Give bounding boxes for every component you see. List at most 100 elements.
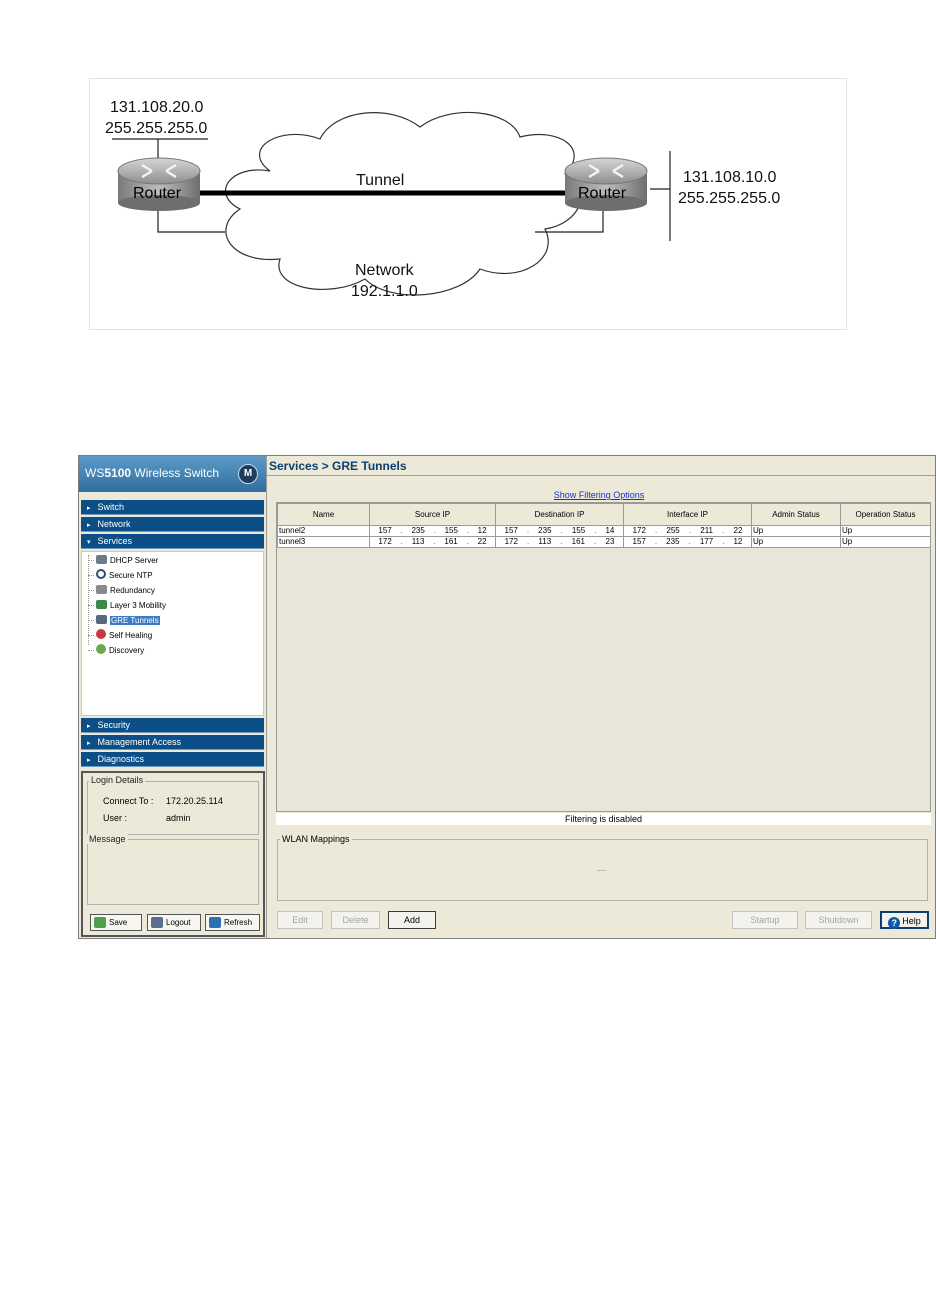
message-frame <box>87 839 259 905</box>
tree-item-discovery[interactable]: Discovery <box>96 644 144 657</box>
brand-suffix: Wireless Switch <box>131 466 220 480</box>
ip-octet: 211 <box>700 526 714 535</box>
logout-button[interactable]: Logout <box>147 914 201 931</box>
show-filtering-options-link[interactable]: Show Filtering Options <box>267 490 931 500</box>
save-button[interactable]: Save <box>90 914 142 931</box>
nav-diagnostics[interactable]: ▸ Diagnostics <box>81 752 264 767</box>
chevron-right-icon: ▸ <box>87 740 91 747</box>
user-label: User : <box>103 813 128 823</box>
column-header-destination-ip[interactable]: Destination IP <box>495 503 624 526</box>
printer-icon <box>96 585 107 594</box>
right-router-label: Router <box>578 185 627 202</box>
ip-octet: 14 <box>605 526 615 535</box>
ip-octet: 12 <box>477 526 487 535</box>
ip-octet: 22 <box>733 526 743 535</box>
ip-octet: 235 <box>411 526 425 535</box>
ip-separator: . <box>655 526 658 535</box>
brand-header: WS5100 Wireless Switch M <box>79 456 266 492</box>
column-header-name[interactable]: Name <box>277 503 370 526</box>
ip-separator: . <box>688 526 692 535</box>
column-header-operation-status[interactable]: Operation Status <box>840 503 931 526</box>
tree-item-dhcp-server[interactable]: DHCP Server <box>96 554 158 567</box>
ip-octet: 157 <box>378 526 392 535</box>
ip-octet: 172 <box>632 526 646 535</box>
table-row[interactable]: tunnel3 172. 113. 161. 22 172. 113. 161. 23 15… <box>277 536 931 548</box>
ip-octet: 157 <box>632 537 646 546</box>
main-panel: Services > GRE Tunnels Show Filtering Op… <box>267 456 935 938</box>
nav-switch[interactable]: ▸ Switch <box>81 500 264 515</box>
startup-button[interactable]: Startup <box>732 911 798 929</box>
ip-separator: . <box>594 537 597 546</box>
ip-separator: . <box>400 537 403 546</box>
cell-source-ip: 172. 113. 161. 22 <box>369 536 496 548</box>
tree-connector <box>88 590 94 591</box>
brand-model: 5100 <box>104 466 132 480</box>
column-header-admin-status[interactable]: Admin Status <box>751 503 841 526</box>
save-label: Save <box>109 918 128 927</box>
tree-item-label: Redundancy <box>110 586 155 595</box>
clock-icon <box>96 569 106 579</box>
nav-management-access[interactable]: ▸ Management Access <box>81 735 264 750</box>
tree-item-redundancy[interactable]: Redundancy <box>96 584 155 597</box>
tree-item-label: Self Healing <box>109 631 153 640</box>
nav-management-access-label: Management Access <box>97 737 182 747</box>
tree-item-secure-ntp[interactable]: Secure NTP <box>96 569 153 582</box>
nav-security[interactable]: ▸ Security <box>81 718 264 733</box>
ip-separator: . <box>526 526 530 535</box>
ip-octet: 113 <box>411 537 425 546</box>
cell-admin-status: Up <box>751 525 841 537</box>
cell-destination-ip: 172. 113. 161. 23 <box>495 536 624 548</box>
cell-name: tunnel3 <box>277 536 370 548</box>
ip-octet: 172 <box>504 537 518 546</box>
cell-destination-ip: 157. 235. 155. 14 <box>495 525 624 537</box>
brand-prefix: WS <box>85 466 105 480</box>
ip-separator: . <box>433 537 436 546</box>
discovery-icon <box>96 644 106 654</box>
tree-item-label: Secure NTP <box>109 571 153 580</box>
edit-button[interactable]: Edit <box>277 911 323 929</box>
nav-services[interactable]: ▾ Services <box>81 534 264 549</box>
tunnel-icon <box>96 615 107 624</box>
services-tree: DHCP Server Secure NTP Redundancy Layer … <box>81 551 264 716</box>
tree-connector <box>88 560 94 561</box>
title-divider <box>267 475 935 476</box>
ip-separator: . <box>594 526 597 535</box>
tree-item-layer3-mobility[interactable]: Layer 3 Mobility <box>96 599 166 612</box>
left-router-label: Router <box>133 185 182 202</box>
tree-item-label: Layer 3 Mobility <box>110 601 167 610</box>
shutdown-button[interactable]: Shutdown <box>805 911 872 929</box>
table-row[interactable]: tunnel2 157. 235. 155. 12 157. 235. 155. 14 17… <box>277 525 931 537</box>
tree-connector <box>88 575 94 576</box>
login-panel: Login Details Connect To : 172.20.25.114… <box>81 771 265 937</box>
user-value: admin <box>166 813 191 823</box>
ip-separator: . <box>400 526 403 535</box>
ip-octet: 113 <box>538 537 552 546</box>
chevron-right-icon: ▸ <box>87 505 91 512</box>
gre-tunnels-table-container: Name Source IP Destination IP Interface … <box>276 502 931 812</box>
refresh-button[interactable]: Refresh <box>205 914 260 931</box>
ip-octet: 235 <box>666 537 680 546</box>
tree-item-gre-tunnels[interactable]: GRE Tunnels <box>96 614 160 627</box>
ip-octet: 161 <box>571 537 586 546</box>
ip-separator: . <box>688 537 691 546</box>
ip-octet: 177 <box>699 537 714 546</box>
ip-separator: . <box>466 526 469 535</box>
help-icon: ? <box>888 917 901 929</box>
help-button[interactable]: ? Help <box>880 911 929 929</box>
wlan-mappings-placeholder: --- <box>597 865 606 875</box>
add-button[interactable]: Add <box>388 911 436 929</box>
breadcrumb: Services > GRE Tunnels <box>269 459 407 473</box>
server-icon <box>96 555 107 564</box>
ip-octet: 157 <box>504 526 518 535</box>
delete-button[interactable]: Delete <box>331 911 380 929</box>
column-header-source-ip[interactable]: Source IP <box>369 503 496 526</box>
nav-network[interactable]: ▸ Network <box>81 517 264 532</box>
ip-octet: 155 <box>571 526 586 535</box>
column-header-interface-ip[interactable]: Interface IP <box>623 503 752 526</box>
tree-item-self-healing[interactable]: Self Healing <box>96 629 152 642</box>
ip-separator: . <box>433 526 436 535</box>
tree-connector <box>88 620 94 621</box>
refresh-icon <box>209 917 221 928</box>
cell-interface-ip: 172. 255. 211. 22 <box>623 525 752 537</box>
connect-to-label: Connect To : <box>103 796 154 806</box>
